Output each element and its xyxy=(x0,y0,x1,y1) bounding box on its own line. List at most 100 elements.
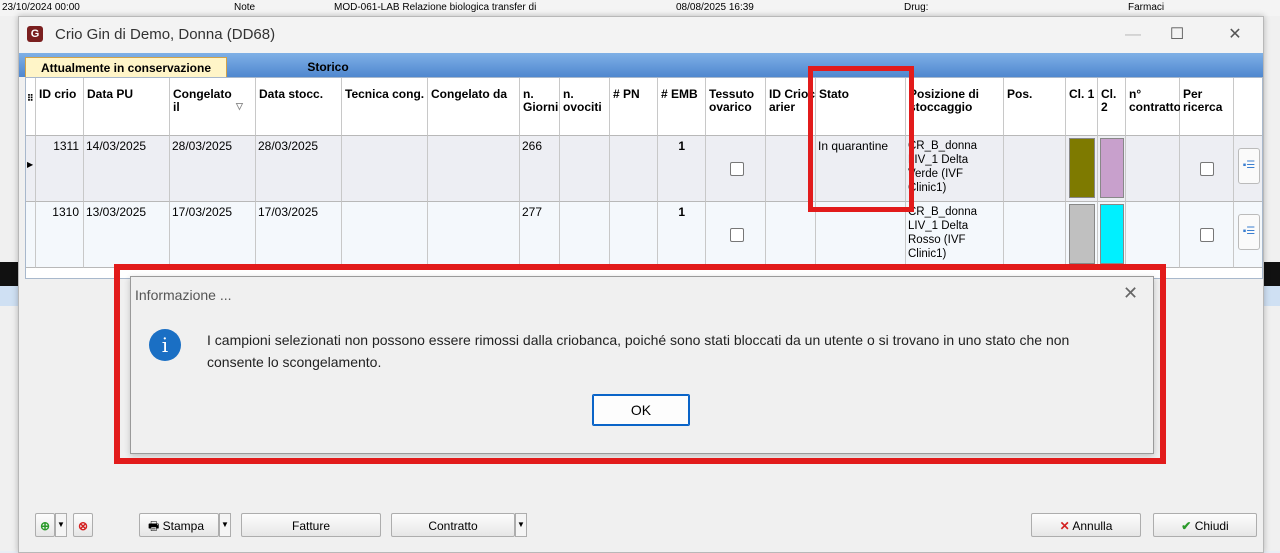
col-congelato-il-label: Congelato il xyxy=(173,87,232,114)
cell-n-ovociti[interactable] xyxy=(560,136,610,202)
cell-n-giorni[interactable]: 266 xyxy=(520,136,560,202)
chiudi-button[interactable]: ✔ Chiudi xyxy=(1153,513,1257,537)
col-emb[interactable]: # EMB xyxy=(658,78,706,136)
cell-data-pu[interactable]: 13/03/2025 xyxy=(84,202,170,268)
cell-emb[interactable]: 1 xyxy=(658,136,706,202)
annulla-label: Annulla xyxy=(1072,519,1113,533)
col-congelato-il[interactable]: Congelato il ▽ xyxy=(170,78,256,136)
cell-tessuto-ovarico[interactable] xyxy=(706,136,766,202)
cell-id-crio[interactable]: 1310 xyxy=(36,202,84,268)
title-bar: G Crio Gin di Demo, Donna (DD68) — ☐ ✕ xyxy=(19,17,1263,53)
tessuto-ovarico-checkbox[interactable] xyxy=(730,228,744,242)
cell-emb[interactable]: 1 xyxy=(658,202,706,268)
per-ricerca-checkbox[interactable] xyxy=(1200,228,1214,242)
col-congelato-da[interactable]: Congelato da xyxy=(428,78,520,136)
annulla-button[interactable]: ✕ Annulla xyxy=(1031,513,1141,537)
cell-data-stocc[interactable]: 17/03/2025 xyxy=(256,202,342,268)
cancel-x-icon: ✕ xyxy=(1059,519,1070,533)
close-window-icon[interactable]: ✕ xyxy=(1215,21,1255,49)
samples-grid: ⠿ ID crio Data PU Congelato il ▽ Data st… xyxy=(25,77,1263,279)
col-tessuto-ovarico[interactable]: Tessuto ovarico xyxy=(706,78,766,136)
contratto-dropdown-icon[interactable]: ▼ xyxy=(515,513,527,537)
maximize-icon[interactable]: ☐ xyxy=(1157,21,1197,49)
contratto-button[interactable]: Contratto xyxy=(391,513,515,537)
col-data-stocc[interactable]: Data stocc. xyxy=(256,78,342,136)
add-icon[interactable]: ⊕ xyxy=(35,513,55,537)
row-details-icon[interactable]: ▪☰ xyxy=(1238,214,1260,250)
col-n-ovociti[interactable]: n. ovociti xyxy=(560,78,610,136)
col-actions xyxy=(1234,78,1262,136)
cl2-color-swatch xyxy=(1100,204,1124,264)
tab-storico[interactable]: Storico xyxy=(283,57,373,77)
background-dark-band xyxy=(0,262,20,286)
stampa-label: Stampa xyxy=(162,519,205,533)
background-dark-band-right xyxy=(1262,262,1280,286)
col-n-contratto[interactable]: n° contratto xyxy=(1126,78,1181,136)
app-logo-icon: G xyxy=(27,26,43,42)
cell-congelato-il[interactable]: 28/03/2025 xyxy=(170,136,256,202)
cell-cl1[interactable] xyxy=(1066,202,1098,268)
bg-drug-label: Drug: xyxy=(904,2,929,13)
per-ricerca-checkbox[interactable] xyxy=(1200,162,1214,176)
remove-icon[interactable]: ⊗ xyxy=(73,513,93,537)
cell-posizione[interactable]: CR_B_donna LIV_1 Delta Rosso (IVF Clinic… xyxy=(906,202,1004,268)
cell-n-giorni[interactable]: 277 xyxy=(520,202,560,268)
col-pn[interactable]: # PN xyxy=(610,78,658,136)
fatture-button[interactable]: Fatture xyxy=(241,513,381,537)
cell-pn[interactable] xyxy=(610,202,658,268)
cell-n-contratto[interactable] xyxy=(1126,202,1180,268)
cell-pos[interactable] xyxy=(1004,136,1066,202)
col-id-crio[interactable]: ID crio xyxy=(36,78,84,136)
cell-posizione[interactable]: CR_B_donna LIV_1 Delta Verde (IVF Clinic… xyxy=(906,136,1004,202)
cell-pos[interactable] xyxy=(1004,202,1066,268)
col-data-pu[interactable]: Data PU xyxy=(84,78,170,136)
window-title: Crio Gin di Demo, Donna (DD68) xyxy=(55,26,276,43)
cell-cl2[interactable] xyxy=(1098,136,1126,202)
stampa-button[interactable]: 🖶 Stampa xyxy=(139,513,219,537)
row-selector-header[interactable]: ⠿ xyxy=(26,78,36,136)
tab-attualmente[interactable]: Attualmente in conservazione xyxy=(25,57,227,78)
cl1-color-swatch xyxy=(1069,138,1095,198)
cell-data-pu[interactable]: 14/03/2025 xyxy=(84,136,170,202)
cell-n-ovociti[interactable] xyxy=(560,202,610,268)
cell-tessuto-ovarico[interactable] xyxy=(706,202,766,268)
background-blue-band xyxy=(0,286,20,306)
cell-tecnica-cong[interactable] xyxy=(342,136,428,202)
col-posizione[interactable]: Posizione di stoccaggio xyxy=(906,78,1004,136)
cell-pn[interactable] xyxy=(610,136,658,202)
row-indicator-icon[interactable]: ▶ xyxy=(26,136,36,202)
cell-cl1[interactable] xyxy=(1066,136,1098,202)
col-pos[interactable]: Pos. xyxy=(1004,78,1066,136)
cell-per-ricerca[interactable] xyxy=(1180,136,1234,202)
background-blue-band-right xyxy=(1262,286,1280,306)
bg-note-label: Note xyxy=(234,2,256,13)
col-tecnica-cong[interactable]: Tecnica cong. xyxy=(342,78,428,136)
cell-data-stocc[interactable]: 28/03/2025 xyxy=(256,136,342,202)
cell-cl2[interactable] xyxy=(1098,202,1126,268)
bg-date: 23/10/2024 00:00 xyxy=(2,2,80,13)
col-n-giorni[interactable]: n. Giorni xyxy=(520,78,560,136)
cl2-color-swatch xyxy=(1100,138,1124,198)
sort-desc-icon: ▽ xyxy=(236,101,243,111)
cell-congelato-da[interactable] xyxy=(428,202,520,268)
cell-n-contratto[interactable] xyxy=(1126,136,1180,202)
bg-farmaci-label: Farmaci xyxy=(1128,2,1165,13)
cell-id-crio[interactable]: 1311 xyxy=(36,136,84,202)
add-dropdown-icon[interactable]: ▼ xyxy=(55,513,67,537)
col-per-ricerca[interactable]: Per ricerca xyxy=(1180,78,1234,136)
cell-tecnica-cong[interactable] xyxy=(342,202,428,268)
col-cl1[interactable]: Cl. 1 xyxy=(1066,78,1098,136)
row-details-icon[interactable]: ▪☰ xyxy=(1238,148,1260,184)
minimize-icon[interactable]: — xyxy=(1113,21,1153,49)
cell-congelato-il[interactable]: 17/03/2025 xyxy=(170,202,256,268)
cell-actions: ▪☰ xyxy=(1234,202,1262,268)
background-app-strip: 23/10/2024 00:00 Note MOD-061-LAB Relazi… xyxy=(0,0,1280,17)
cell-actions: ▪☰ xyxy=(1234,136,1262,202)
tessuto-ovarico-checkbox[interactable] xyxy=(730,162,744,176)
stampa-dropdown-icon[interactable]: ▼ xyxy=(219,513,231,537)
row-selector[interactable] xyxy=(26,202,36,268)
cl1-color-swatch xyxy=(1069,204,1095,264)
cell-congelato-da[interactable] xyxy=(428,136,520,202)
col-cl2[interactable]: Cl. 2 xyxy=(1098,78,1126,136)
cell-per-ricerca[interactable] xyxy=(1180,202,1234,268)
